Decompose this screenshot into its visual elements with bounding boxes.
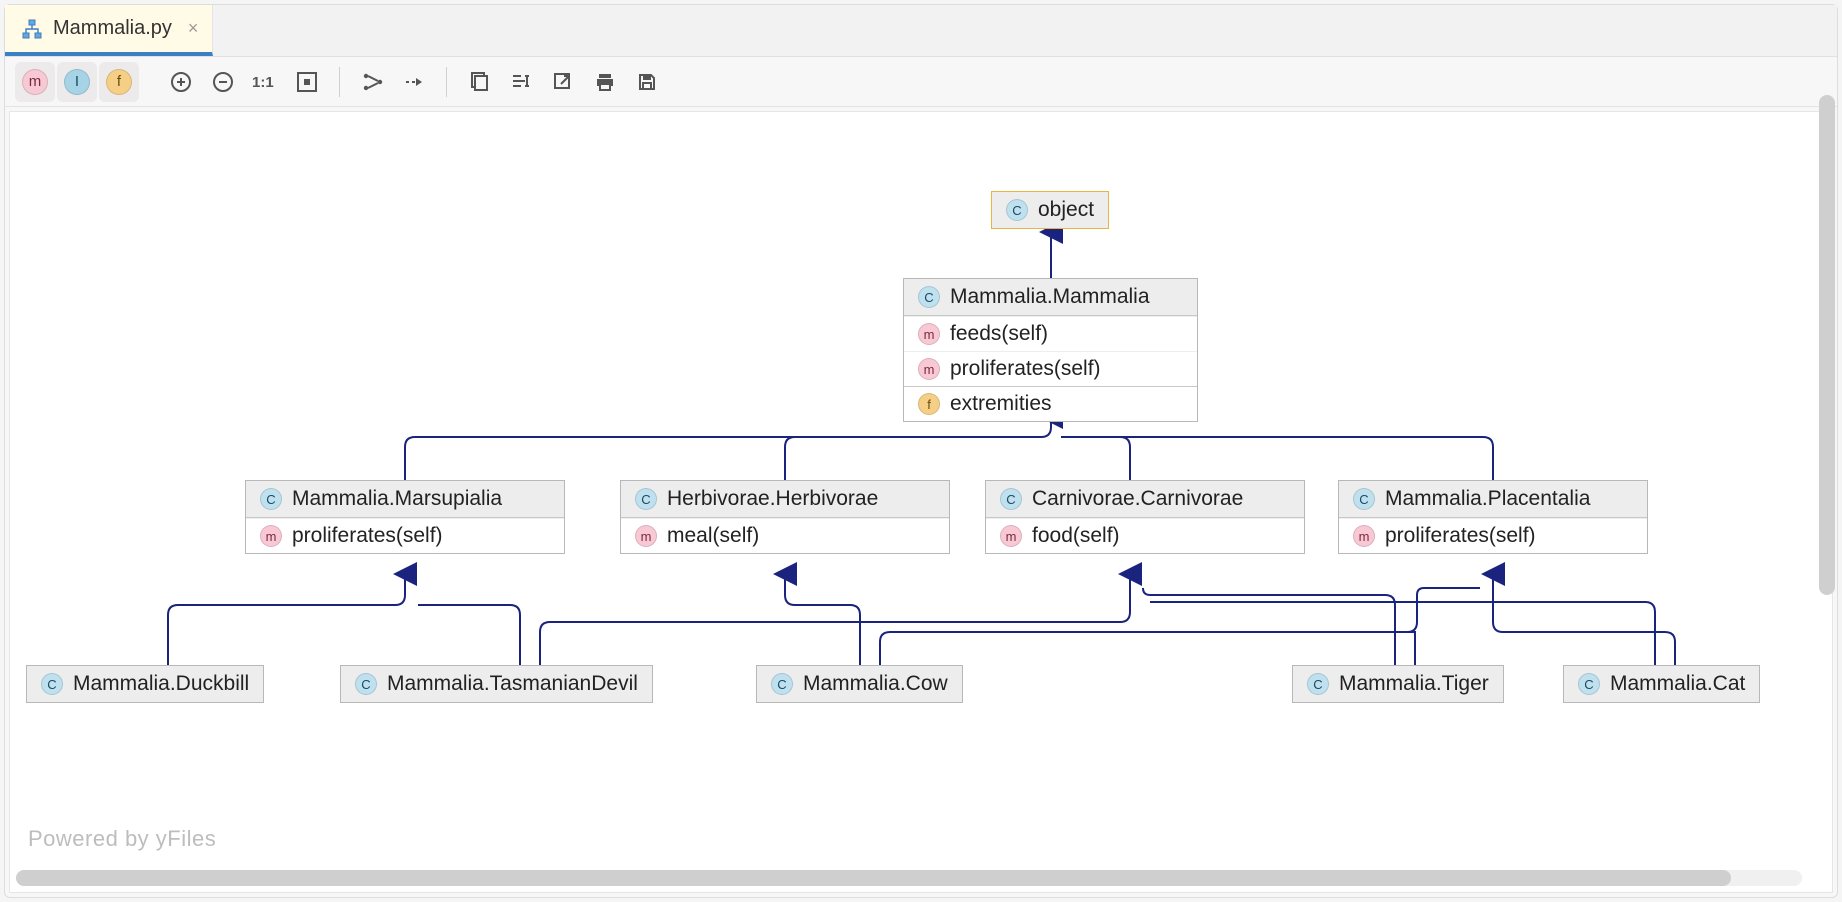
class-icon: C [260, 488, 282, 510]
class-name: Mammalia.Tiger [1339, 672, 1489, 696]
class-node-duckbill[interactable]: C Mammalia.Duckbill [26, 665, 264, 703]
svg-text:1:1: 1:1 [252, 74, 274, 91]
zoom-out-button[interactable] [203, 62, 243, 102]
diagram-window: Mammalia.py × m I f [4, 4, 1838, 898]
copy-diagram-button[interactable] [459, 62, 499, 102]
scrollbar-thumb[interactable] [16, 870, 1731, 886]
method-label: feeds(self) [950, 322, 1048, 346]
one-to-one-icon: 1:1 [252, 72, 278, 92]
toolbar-separator [339, 67, 340, 97]
fit-content-button[interactable] [287, 62, 327, 102]
tab-mammalia[interactable]: Mammalia.py × [5, 5, 213, 56]
class-node-object[interactable]: C object [991, 191, 1109, 229]
method-icon: m [635, 525, 657, 547]
uml-diagram-icon [21, 18, 43, 40]
class-node-mammalia[interactable]: C Mammalia.Mammalia m feeds(self) mprolif… [903, 278, 1198, 422]
method-icon: m [1000, 525, 1022, 547]
method-label: proliferates(self) [292, 524, 443, 548]
method-icon: m [260, 525, 282, 547]
class-icon: C [771, 673, 793, 695]
class-node-cat[interactable]: C Mammalia.Cat [1563, 665, 1760, 703]
class-icon: C [918, 286, 940, 308]
class-icon: C [41, 673, 63, 695]
class-icon: C [355, 673, 377, 695]
close-icon[interactable]: × [188, 18, 199, 39]
export-button[interactable] [543, 62, 583, 102]
scrollbar-thumb[interactable] [1819, 95, 1835, 595]
class-icon: C [1000, 488, 1022, 510]
zoom-out-icon [211, 70, 235, 94]
diagram-toolbar: m I f 1:1 [5, 57, 1837, 107]
method-icon: m [918, 358, 940, 380]
method-label: food(self) [1032, 524, 1120, 548]
toggle-methods-button[interactable]: m [15, 62, 55, 102]
initializer-badge-icon: I [64, 69, 90, 95]
toggle-initializers-button[interactable]: I [57, 62, 97, 102]
copy-icon [468, 71, 490, 93]
tab-label: Mammalia.py [53, 17, 172, 40]
horizontal-scrollbar[interactable] [16, 870, 1802, 886]
field-badge-icon: f [106, 69, 132, 95]
toggle-fields-button[interactable]: f [99, 62, 139, 102]
diagram-canvas[interactable]: C object C Mammalia.Mammalia m feeds(self… [9, 111, 1833, 893]
class-icon: C [1578, 673, 1600, 695]
method-label: proliferates(self) [950, 357, 1101, 381]
zoom-actual-button[interactable]: 1:1 [245, 62, 285, 102]
class-name: Mammalia.Cat [1610, 672, 1745, 696]
class-node-tasmaniandevil[interactable]: C Mammalia.TasmanianDevil [340, 665, 653, 703]
class-name: Mammalia.Placentalia [1385, 487, 1590, 511]
print-icon [594, 71, 616, 93]
save-icon [636, 71, 658, 93]
class-name: object [1038, 198, 1094, 222]
class-icon: C [635, 488, 657, 510]
toolbar-separator [446, 67, 447, 97]
fit-icon [296, 71, 318, 93]
class-name: Carnivorae.Carnivorae [1032, 487, 1243, 511]
class-node-placentalia[interactable]: C Mammalia.Placentalia m proliferates(self… [1338, 480, 1648, 554]
print-button[interactable] [585, 62, 625, 102]
class-node-cow[interactable]: C Mammalia.Cow [756, 665, 963, 703]
editor-tabbar: Mammalia.py × [5, 5, 1837, 57]
field-label: extremities [950, 392, 1052, 416]
class-icon: C [1307, 673, 1329, 695]
export-icon [552, 71, 574, 93]
class-node-carnivorae[interactable]: C Carnivorae.Carnivorae m food(self) [985, 480, 1305, 554]
field-icon: f [918, 393, 940, 415]
zoom-in-icon [169, 70, 193, 94]
method-icon: m [1353, 525, 1375, 547]
rename-icon [510, 71, 532, 93]
save-button[interactable] [627, 62, 667, 102]
layout-route-button[interactable] [394, 62, 434, 102]
route-icon [402, 70, 426, 94]
class-node-herbivorae[interactable]: C Herbivorae.Herbivorae m meal(self) [620, 480, 950, 554]
class-name: Mammalia.Duckbill [73, 672, 249, 696]
class-node-tiger[interactable]: C Mammalia.Tiger [1292, 665, 1504, 703]
class-name: Mammalia.Cow [803, 672, 948, 696]
powered-by-label: Powered by yFiles [28, 826, 216, 852]
zoom-in-button[interactable] [161, 62, 201, 102]
class-name: Mammalia.TasmanianDevil [387, 672, 638, 696]
class-icon: C [1006, 199, 1028, 221]
vertical-scrollbar[interactable] [1819, 95, 1835, 595]
class-icon: C [1353, 488, 1375, 510]
method-label: meal(self) [667, 524, 759, 548]
class-name: Herbivorae.Herbivorae [667, 487, 878, 511]
method-label: proliferates(self) [1385, 524, 1536, 548]
tree-layout-icon [360, 70, 384, 94]
rename-button[interactable] [501, 62, 541, 102]
class-name: Mammalia.Marsupialia [292, 487, 502, 511]
layout-tree-button[interactable] [352, 62, 392, 102]
method-badge-icon: m [22, 69, 48, 95]
class-name: Mammalia.Mammalia [950, 285, 1150, 309]
method-icon: m [918, 323, 940, 345]
class-node-marsupialia[interactable]: C Mammalia.Marsupialia m proliferates(self… [245, 480, 565, 554]
